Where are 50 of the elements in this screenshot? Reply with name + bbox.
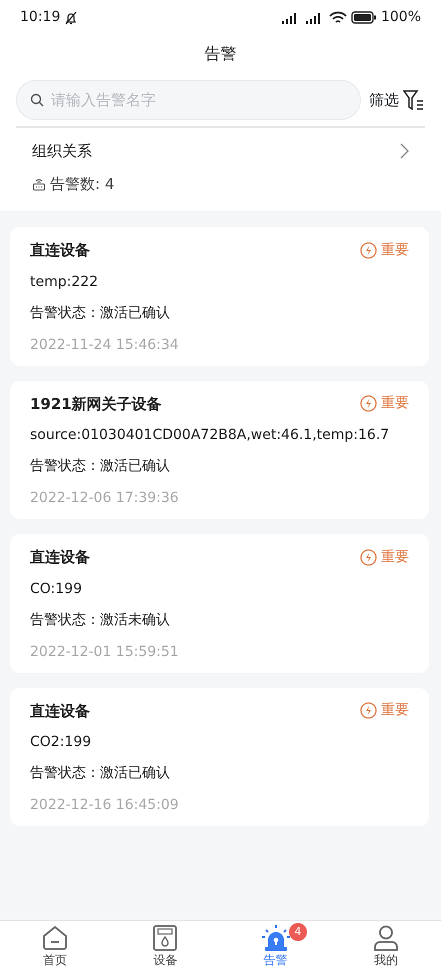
tab-bar-item[interactable]: 设备 (110, 921, 220, 976)
alarm-time: 2022-12-16 16:45:09 (30, 796, 180, 815)
device-name: 1921新网关子设备 (30, 394, 162, 414)
page-title: 告警 (204, 44, 236, 63)
device-icon (32, 176, 46, 191)
severity-label: 重要 (381, 240, 409, 260)
alarm-card[interactable]: 1921新网关子设备 重要 source:01030401CD00A72B8A,wet:46.1,temp:16.7 告警状态：激活已确认 2022-12-06 17:39:36 (10, 380, 429, 519)
alarm-card[interactable]: 直连设备 重要 temp:222 告警状态：激活已确认 2022-11-24 15:46:34 (10, 227, 429, 366)
alarm-detail: CO2:199 (30, 733, 92, 752)
lightning-icon (360, 548, 377, 566)
lightning-icon (360, 242, 377, 259)
count-badge: 4 (288, 923, 307, 941)
filter-icon (403, 89, 425, 111)
device-icon (153, 925, 178, 951)
severity-label: 重要 (381, 701, 409, 720)
search-field[interactable]: 请输入告警名字 (16, 80, 361, 120)
alarm-time: 2022-11-24 15:46:34 (30, 336, 180, 354)
lightning-icon (360, 702, 377, 720)
alarm-card[interactable]: 直连设备 重要 CO:199 告警状态：激活未确认 2022-12-01 15:59:51 (10, 534, 429, 672)
home-icon (42, 925, 68, 951)
alarm-status: 告警状态：激活已确认 (30, 304, 171, 322)
alarm-detail: temp:222 (30, 272, 100, 292)
alarm-time: 2022-12-01 15:59:51 (30, 642, 180, 662)
battery-icon (350, 11, 377, 24)
alarm-status: 告警状态：激活未确认 (30, 610, 171, 630)
alarm-detail: CO:199 (30, 580, 83, 598)
alarm-status: 告警状态：激活已确认 (30, 764, 171, 783)
bell-off-icon (64, 10, 78, 24)
device-name: 直连设备 (30, 700, 90, 722)
siren-icon (260, 925, 291, 951)
alarm-time: 2022-12-06 17:39:36 (30, 489, 180, 508)
alarm-card[interactable]: 直连设备 重要 CO2:199 告警状态：激活已确认 2022-12-16 16:45:09 (10, 688, 429, 826)
tab-bar-item[interactable]: 我的 (330, 921, 441, 976)
status-time: 10:19 (20, 8, 60, 27)
severity-label: 重要 (381, 394, 409, 414)
severity-label: 重要 (381, 548, 409, 567)
device-name: 直连设备 (30, 547, 90, 568)
org-row[interactable]: 组织关系 (0, 128, 441, 162)
filter-button[interactable]: 筛选 (369, 88, 425, 112)
battery-level: 100% (380, 8, 421, 27)
person-icon (374, 925, 398, 951)
wifi-icon (328, 11, 347, 24)
alarm-status: 告警状态：激活已确认 (30, 457, 171, 476)
tab-bar-item[interactable]: 首页 (0, 921, 110, 976)
alarm-count: 告警数: 4 (50, 174, 114, 194)
tab-bar-item[interactable]: 告警 4 (220, 921, 331, 976)
lightning-icon (360, 395, 377, 412)
device-name: 直连设备 (30, 240, 90, 261)
chevron-right-icon (400, 143, 409, 160)
alarm-detail: source:01030401CD00A72B8A,wet:46.1,temp:16.7 (30, 426, 390, 445)
